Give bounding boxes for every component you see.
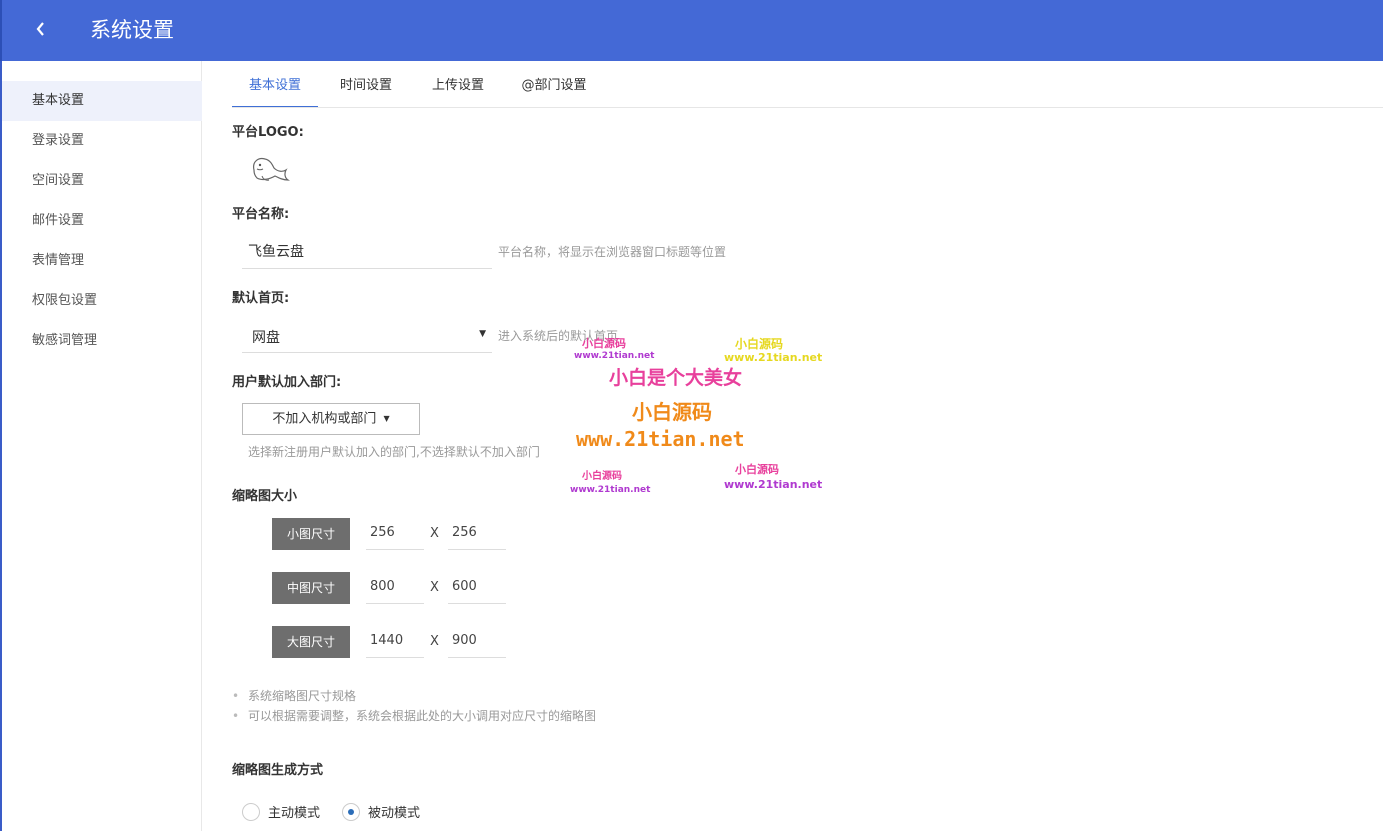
dept-hint: 选择新注册用户默认加入的部门,不选择默认不加入部门: [248, 445, 540, 459]
back-icon[interactable]: [28, 16, 54, 42]
thumb-size-label: 缩略图大小: [232, 489, 298, 504]
radio-label: 主动模式: [268, 806, 321, 821]
watermark-text: www.21tian.net: [570, 485, 651, 495]
medium-height-input[interactable]: [448, 570, 506, 604]
tab-time[interactable]: 时间设置: [328, 66, 404, 108]
medium-width-input[interactable]: [366, 570, 424, 604]
watermark-text: www.21tian.net: [724, 351, 823, 364]
dept-button-label: 不加入机构或部门: [272, 411, 377, 427]
app-header: 系统设置: [0, 0, 1383, 61]
small-width-input[interactable]: [366, 516, 424, 550]
sidebar-item-emoji[interactable]: 表情管理: [2, 241, 202, 281]
size-separator: X: [430, 526, 439, 541]
tab-basic[interactable]: 基本设置: [232, 66, 318, 108]
logo-label: 平台LOGO:: [232, 125, 304, 140]
watermark-text: www.21tian.net: [724, 478, 823, 491]
name-hint: 平台名称，将显示在浏览器窗口标题等位置: [498, 245, 727, 259]
default-home-select[interactable]: 网盘 ▼: [242, 320, 492, 353]
sidebar-item-login[interactable]: 登录设置: [2, 121, 202, 161]
name-label: 平台名称:: [232, 207, 290, 222]
dept-label: 用户默认加入部门:: [232, 375, 342, 390]
sidebar-item-space[interactable]: 空间设置: [2, 161, 202, 201]
sidebar: 基本设置 登录设置 空间设置 邮件设置 表情管理 权限包设置 敏感词管理: [0, 61, 202, 831]
sidebar-item-permission[interactable]: 权限包设置: [2, 281, 202, 321]
sidebar-item-sensitive-words[interactable]: 敏感词管理: [2, 321, 202, 361]
dept-dropdown-button[interactable]: 不加入机构或部门 ▼: [242, 403, 420, 435]
home-label: 默认首页:: [232, 291, 290, 306]
large-size-button[interactable]: 大图尺寸: [272, 626, 350, 658]
gen-mode-label: 缩略图生成方式: [232, 763, 324, 778]
medium-size-button[interactable]: 中图尺寸: [272, 572, 350, 604]
size-separator: X: [430, 580, 439, 595]
thumb-notes: 系统缩略图尺寸规格 可以根据需要调整，系统会根据此处的大小调用对应尺寸的缩略图: [232, 686, 596, 726]
tab-department[interactable]: @部门设置: [512, 66, 596, 108]
large-width-input[interactable]: [366, 624, 424, 658]
note-item: 系统缩略图尺寸规格: [232, 686, 596, 706]
dropdown-caret-icon: ▼: [479, 329, 486, 339]
size-separator: X: [430, 634, 439, 649]
watermark-text: www.21tian.net: [576, 427, 745, 451]
watermark-text: 小白源码: [582, 337, 626, 350]
sidebar-item-mail[interactable]: 邮件设置: [2, 201, 202, 241]
small-size-button[interactable]: 小图尺寸: [272, 518, 350, 550]
watermark-text: 小白是个大美女: [609, 367, 743, 389]
watermark-text: 小白源码: [735, 337, 784, 351]
small-height-input[interactable]: [448, 516, 506, 550]
watermark-text: 小白源码: [735, 463, 779, 476]
page-title: 系统设置: [90, 18, 174, 42]
radio-label: 被动模式: [368, 806, 421, 821]
tab-divider: [232, 107, 1383, 108]
platform-logo[interactable]: [248, 152, 290, 186]
dropdown-caret-icon: ▼: [383, 414, 390, 423]
large-height-input[interactable]: [448, 624, 506, 658]
watermark-text: www.21tian.net: [574, 351, 655, 361]
radio-circle[interactable]: [242, 803, 260, 821]
sidebar-item-basic[interactable]: 基本设置: [2, 81, 202, 121]
tab-upload[interactable]: 上传设置: [420, 66, 496, 108]
default-home-value: 网盘: [252, 330, 280, 346]
watermark-text: 小白源码: [582, 471, 622, 482]
watermark-text: 小白源码: [632, 400, 712, 424]
radio-circle[interactable]: [342, 803, 360, 821]
note-item: 可以根据需要调整，系统会根据此处的大小调用对应尺寸的缩略图: [232, 706, 596, 726]
platform-name-input[interactable]: [242, 233, 492, 269]
